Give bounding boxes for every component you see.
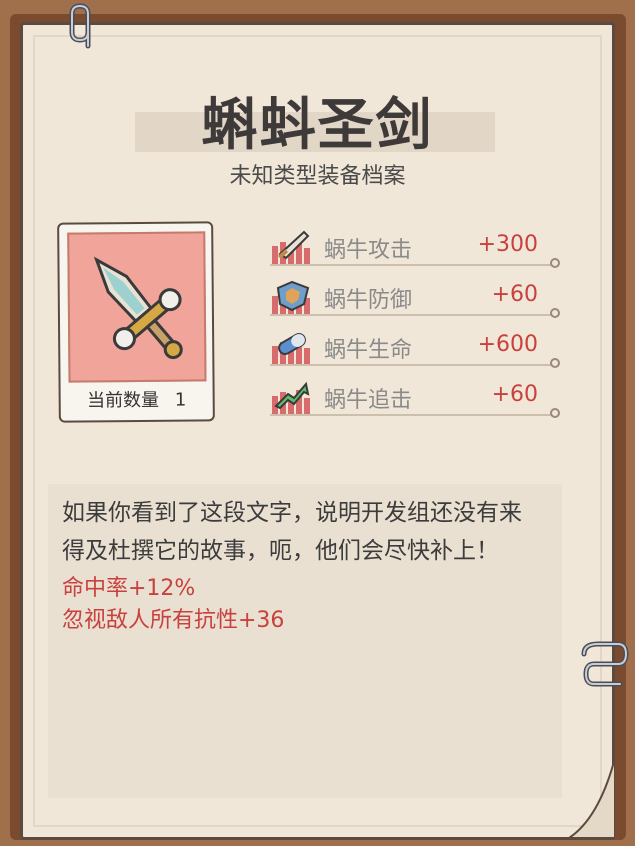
description-line-1: 如果你看到了这段文字，说明开发组还没有来 [62, 500, 522, 526]
sword-stat-icon [272, 230, 310, 264]
item-subtitle: 未知类型装备档案 [229, 164, 406, 189]
count-value: 1 [174, 389, 187, 411]
stat-label: 蜗牛攻击 [324, 238, 413, 263]
shield-stat-icon [272, 280, 310, 314]
stat-label: 蜗牛追击 [324, 388, 413, 413]
stat-value: +60 [491, 282, 538, 307]
stat-row-health: 蜗牛生命 +600 [270, 330, 560, 370]
stat-knob [550, 258, 560, 268]
item-card[interactable]: 当前数量 1 [57, 221, 215, 423]
stat-value: +60 [491, 382, 538, 407]
stat-knob [550, 408, 560, 418]
stat-knob [550, 308, 560, 318]
stat-row-defense: 蜗牛防御 +60 [270, 280, 560, 320]
arrow-stat-icon [272, 381, 310, 414]
pill-stat-icon [272, 333, 310, 364]
page-fold-icon [569, 758, 615, 838]
stat-row-attack: 蜗牛攻击 +300 [270, 230, 560, 270]
item-count: 当前数量 1 [61, 385, 213, 412]
stat-value: +300 [477, 232, 538, 257]
effect-ignore-resistance: 忽视敌人所有抗性+36 [62, 608, 285, 633]
count-label: 当前数量 [87, 389, 160, 412]
stat-divider [270, 414, 552, 416]
stat-divider [270, 264, 552, 266]
stat-divider [270, 314, 552, 316]
description-text: 如果你看到了这段文字，说明开发组还没有来 得及杜撰它的故事，呃，他们会尽快补上！ [62, 494, 562, 570]
item-image [67, 231, 207, 383]
holy-sword-icon [93, 256, 183, 360]
item-title: 蝌蚪圣剑 [201, 93, 434, 158]
description-line-2: 得及杜撰它的故事，呃，他们会尽快补上！ [62, 538, 499, 564]
paper-clip-icon [69, 3, 91, 49]
paper-clip-right-icon [581, 641, 629, 687]
stat-label: 蜗牛生命 [324, 338, 413, 363]
stat-value: +600 [477, 332, 538, 357]
stat-knob [550, 358, 560, 368]
stat-divider [270, 364, 552, 366]
effect-hit-rate: 命中率+12% [62, 576, 196, 601]
stat-row-pursuit: 蜗牛追击 +60 [270, 380, 560, 420]
stat-label: 蜗牛防御 [324, 288, 413, 313]
